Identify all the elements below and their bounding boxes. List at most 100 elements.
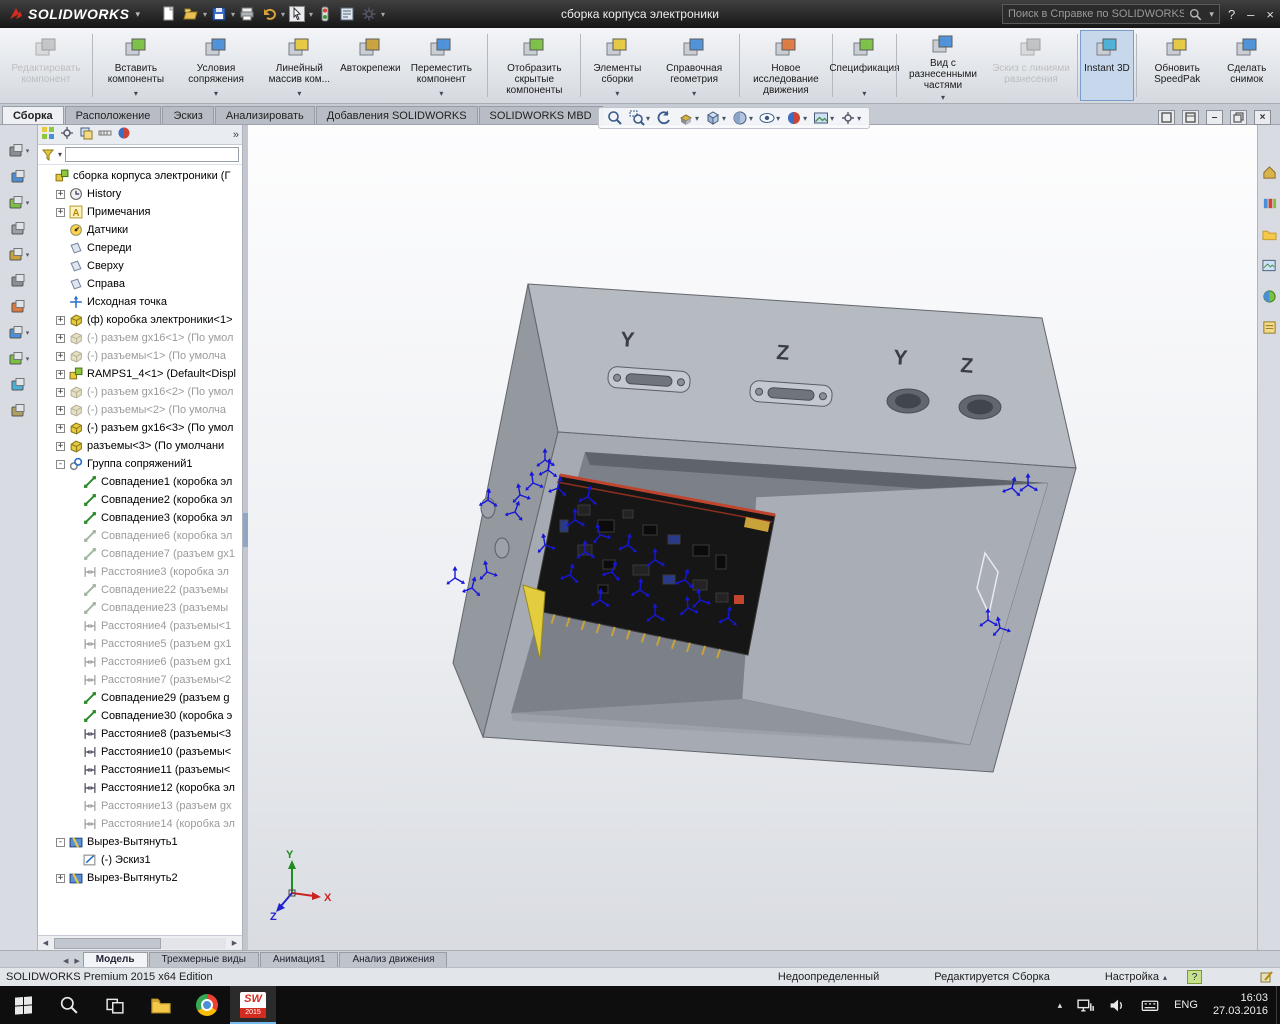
ribbon-button-условия-сопряжения[interactable]: Условия сопряжения ▾ — [177, 30, 256, 101]
tree-expander[interactable]: + — [56, 369, 65, 379]
tree-item[interactable]: + (-) разъемы<1> (По умолча — [42, 347, 242, 365]
feature-filter-input[interactable] — [65, 147, 239, 162]
tree-expander[interactable]: + — [56, 423, 65, 433]
undo-icon[interactable] — [258, 3, 280, 25]
tree-item[interactable]: + (-) разъемы<2> (По умолча — [42, 401, 242, 419]
tab-scroll-left-icon[interactable]: ◀ — [60, 957, 71, 967]
options-icon[interactable] — [358, 3, 380, 25]
doc-minimize-button[interactable]: – — [1206, 110, 1223, 125]
tree-item[interactable]: Расстояние11 (разъемы< — [42, 761, 242, 779]
tree-item[interactable]: Расстояние7 (разъемы<2 — [42, 671, 242, 689]
tree-expander[interactable]: + — [56, 315, 65, 325]
keyboard-icon[interactable] — [1141, 998, 1159, 1013]
chevron-down-icon[interactable]: ▾ — [134, 88, 138, 99]
dimxpertmanager-tab-icon[interactable] — [98, 126, 112, 143]
task-pane-home-icon[interactable] — [1262, 165, 1277, 183]
chevron-down-icon[interactable]: ▾ — [722, 114, 726, 123]
appearance-ball-icon[interactable]: ▾ — [3, 193, 35, 213]
tree-item[interactable]: - Вырез-Вытянуть1 — [42, 833, 242, 851]
ribbon-button-вид-с-разнесенными-частями[interactable]: Вид с разнесенными частями ▾ — [899, 30, 987, 103]
pattern-tool-icon[interactable] — [3, 271, 35, 291]
zoom-fit-icon[interactable] — [605, 110, 625, 126]
chevron-down-icon[interactable]: ▾ — [26, 251, 30, 259]
component-tool-icon[interactable]: ▾ — [3, 245, 35, 265]
clipboard-tool-icon[interactable]: ▾ — [3, 141, 35, 161]
ribbon-button-спецификация[interactable]: Спецификация ▾ — [829, 30, 900, 101]
appearances-pane-icon[interactable] — [1262, 289, 1277, 307]
tree-expander[interactable]: + — [56, 441, 65, 451]
new-document-icon[interactable] — [158, 3, 180, 25]
tree-expander[interactable]: + — [56, 333, 65, 343]
tree-item[interactable]: Совпадение6 (коробка эл — [42, 527, 242, 545]
hide-show-items-icon[interactable]: ▾ — [757, 110, 782, 126]
ribbon-button-линейный-массив-ком[interactable]: Линейный массив ком... ▾ — [255, 30, 343, 101]
tree-expander[interactable]: + — [56, 873, 65, 883]
doc-fullscreen-button[interactable] — [1182, 110, 1199, 125]
rebuild-icon[interactable] — [314, 3, 336, 25]
tree-item[interactable]: Расстояние5 (разъем gx1 — [42, 635, 242, 653]
tree-item[interactable]: + (ф) коробка электроники<1> — [42, 311, 242, 329]
tree-item[interactable]: Совпадение1 (коробка эл — [42, 473, 242, 491]
app-logo[interactable]: SOLIDWORKS ▾ — [0, 6, 148, 22]
measure-tool-icon[interactable]: ▾ — [3, 349, 35, 369]
tree-item[interactable]: Совпадение22 (разъемы — [42, 581, 242, 599]
ribbon-button-переместить-компонент[interactable]: Переместить компонент ▾ — [397, 30, 485, 101]
layers-tool-icon[interactable] — [3, 167, 35, 187]
tree-item[interactable]: + RAMPS1_4<1> (Default<Displ — [42, 365, 242, 383]
tree-item[interactable]: Расстояние10 (разъемы< — [42, 743, 242, 761]
ribbon-button-instant-3d[interactable]: Instant 3D — [1079, 30, 1134, 101]
chevron-down-icon[interactable]: ▾ — [692, 88, 696, 99]
save-icon[interactable] — [208, 3, 230, 25]
doc-restore-button[interactable] — [1230, 110, 1247, 125]
chevron-down-icon[interactable]: ▾ — [695, 114, 699, 123]
tree-item[interactable]: Расстояние14 (коробка эл — [42, 815, 242, 833]
tree-item[interactable]: Спереди — [42, 239, 242, 257]
ribbon-button-справочная-геометрия[interactable]: Справочная геометрия ▾ — [651, 30, 737, 101]
show-desktop-button[interactable] — [1276, 986, 1280, 1024]
tree-item[interactable]: Расстояние8 (разъемы<3 — [42, 725, 242, 743]
chevron-down-icon[interactable]: ▾ — [830, 114, 834, 123]
doc-properties-button[interactable] — [1158, 110, 1175, 125]
help-search-box[interactable]: Поиск в Справке по SOLIDWORKS ▾ — [1001, 4, 1220, 24]
tree-expander[interactable]: - — [56, 837, 65, 847]
task-view-button[interactable] — [92, 986, 138, 1024]
chevron-down-icon[interactable]: ▾ — [862, 88, 866, 99]
tree-expander[interactable]: + — [56, 189, 65, 199]
menu-chevron-icon[interactable]: ▾ — [135, 9, 140, 20]
scrollbar-thumb[interactable] — [54, 937, 161, 949]
ribbon-button-вставить-компоненты[interactable]: Вставить компоненты ▾ — [95, 30, 177, 101]
view-settings-icon[interactable]: ▾ — [838, 110, 863, 126]
tree-expander[interactable]: + — [56, 387, 65, 397]
chevron-down-icon[interactable]: ▾ — [26, 199, 30, 207]
tree-item[interactable]: Совпадение3 (коробка эл — [42, 509, 242, 527]
tab-solidworks-mbd[interactable]: SOLIDWORKS MBD — [478, 106, 603, 124]
section-view-icon[interactable]: ▾ — [676, 110, 701, 126]
solidworks-taskbar-button[interactable]: SW 2015 — [230, 986, 276, 1024]
chevron-down-icon[interactable]: ▾ — [615, 88, 619, 99]
chevron-down-icon[interactable]: ▾ — [297, 88, 301, 99]
chevron-down-icon[interactable]: ▾ — [857, 114, 861, 123]
chevron-down-icon[interactable]: ▾ — [214, 88, 218, 99]
minimize-button[interactable]: – — [1247, 7, 1254, 22]
print-icon[interactable] — [236, 3, 258, 25]
custom-status[interactable]: Настройка — [1105, 971, 1159, 983]
file-explorer-pane-icon[interactable] — [1261, 227, 1277, 245]
tree-item[interactable]: Расстояние6 (разъем gx1 — [42, 653, 242, 671]
tree-item[interactable]: Расстояние13 (разъем gx — [42, 797, 242, 815]
help-button[interactable]: ? — [1228, 7, 1235, 22]
tab-добавления-solidworks[interactable]: Добавления SOLIDWORKS — [315, 106, 478, 124]
tree-item[interactable]: Совпадение30 (коробка э — [42, 707, 242, 725]
chevron-down-icon[interactable]: ▾ — [803, 114, 807, 123]
tree-item[interactable]: Совпадение2 (коробка эл — [42, 491, 242, 509]
doc-close-button[interactable]: × — [1254, 110, 1271, 125]
tree-item[interactable]: Расстояние4 (разъемы<1 — [42, 617, 242, 635]
scroll-right-icon[interactable]: ▶ — [227, 939, 242, 947]
scene-icon[interactable]: ▾ — [811, 110, 836, 126]
camera-tool-icon[interactable] — [3, 219, 35, 239]
language-indicator[interactable]: ENG — [1174, 999, 1198, 1011]
tree-item[interactable]: + (-) разъем gx16<3> (По умол — [42, 419, 242, 437]
zoom-area-icon[interactable]: ▾ — [627, 110, 652, 126]
doc-tab-0[interactable]: Модель — [82, 952, 148, 967]
chevron-down-icon[interactable]: ▾ — [941, 92, 945, 103]
tree-item[interactable]: Исходная точка — [42, 293, 242, 311]
